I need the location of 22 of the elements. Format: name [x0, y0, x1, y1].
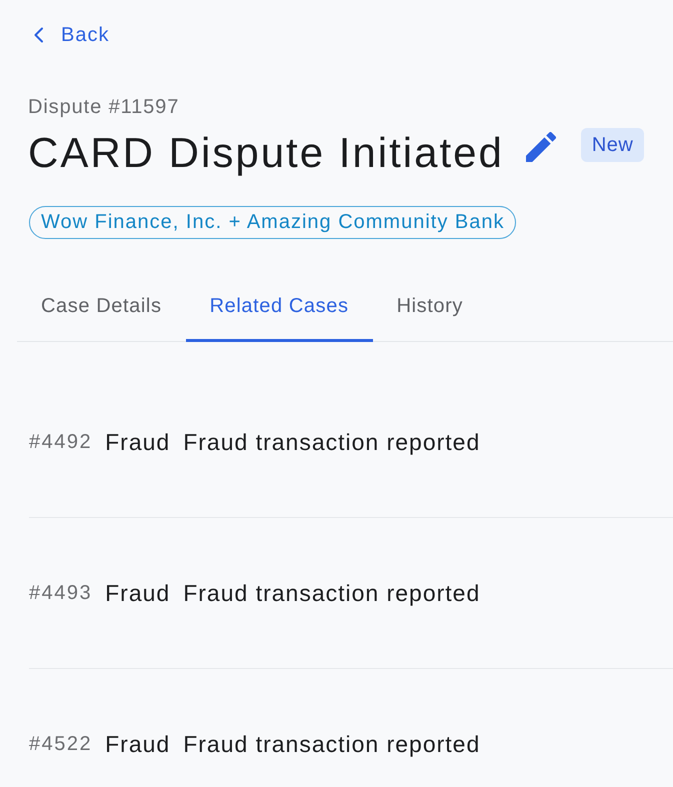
- related-case-row[interactable]: #4522 Fraud Fraud transaction reported: [29, 669, 673, 780]
- back-link[interactable]: Back: [33, 20, 110, 50]
- case-title: CARD Dispute Initiated: [28, 128, 504, 178]
- case-description: Fraud transaction reported: [183, 428, 480, 457]
- dispute-number: Dispute #11597: [28, 95, 180, 120]
- case-number: #4522: [29, 732, 92, 757]
- tab[interactable]: History: [372, 280, 488, 342]
- case-type: Fraud: [105, 730, 170, 759]
- parties-tag: Wow Finance, Inc. + Amazing Community Bank: [29, 206, 516, 239]
- status-badge: New: [580, 128, 644, 162]
- case-number: #4493: [29, 581, 92, 606]
- case-number: #4492: [29, 430, 92, 455]
- related-case-row[interactable]: #4493 Fraud Fraud transaction reported: [29, 518, 673, 669]
- case-description: Fraud transaction reported: [183, 579, 480, 608]
- case-type: Fraud: [105, 428, 170, 457]
- case-description: Fraud transaction reported: [183, 730, 480, 759]
- tab[interactable]: Related Cases: [186, 280, 373, 342]
- related-case-row[interactable]: #4492 Fraud Fraud transaction reported: [29, 367, 673, 518]
- edit-icon[interactable]: [526, 132, 556, 162]
- tab[interactable]: Case Details: [17, 280, 186, 342]
- chevron-left-icon: [33, 27, 44, 43]
- case-type: Fraud: [105, 579, 170, 608]
